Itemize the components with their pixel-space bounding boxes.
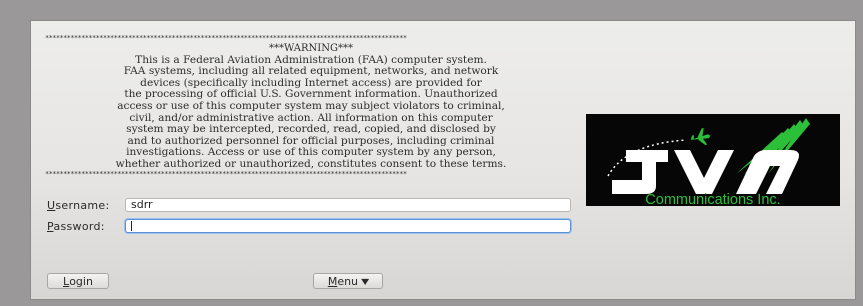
warning-title: ***WARNING***: [269, 43, 353, 54]
login-label: ogin: [69, 274, 93, 288]
airplane-icon: [690, 127, 711, 146]
warning-line: system may be intercepted, recorded, rea…: [126, 123, 496, 136]
password-label: Password:: [47, 219, 105, 233]
warning-text: ***WARNING*** This is a Federal Aviation…: [45, 43, 577, 171]
username-row: Username: sdrr: [47, 197, 571, 213]
login-button[interactable]: Login: [47, 273, 109, 289]
password-row: Password:: [47, 218, 571, 234]
banner-bottom-border: ****************************************…: [45, 170, 407, 177]
menu-label: enu: [337, 274, 359, 288]
company-logo: Communications Inc.: [586, 114, 840, 206]
warning-line: whether authorized or unauthorized, cons…: [115, 157, 507, 170]
warning-line: access or use of this computer system ma…: [117, 99, 505, 112]
menu-button[interactable]: Menu ▼: [313, 273, 383, 289]
logo-letters: [612, 150, 799, 194]
logo-tagline: Communications Inc.: [645, 192, 780, 206]
chevron-down-icon: ▼: [361, 276, 370, 286]
banner-top-border: ****************************************…: [45, 35, 407, 41]
login-dialog: ****************************************…: [30, 20, 856, 300]
text-caret: [131, 221, 132, 231]
warning-banner: ****************************************…: [45, 35, 577, 195]
menu-mnemonic: M: [327, 274, 338, 288]
password-input[interactable]: [125, 219, 571, 233]
username-value: sdrr: [131, 198, 153, 211]
jvn-logo-graphic: Communications Inc.: [607, 118, 810, 206]
username-label: Username:: [47, 198, 110, 212]
username-input[interactable]: sdrr: [125, 198, 571, 212]
